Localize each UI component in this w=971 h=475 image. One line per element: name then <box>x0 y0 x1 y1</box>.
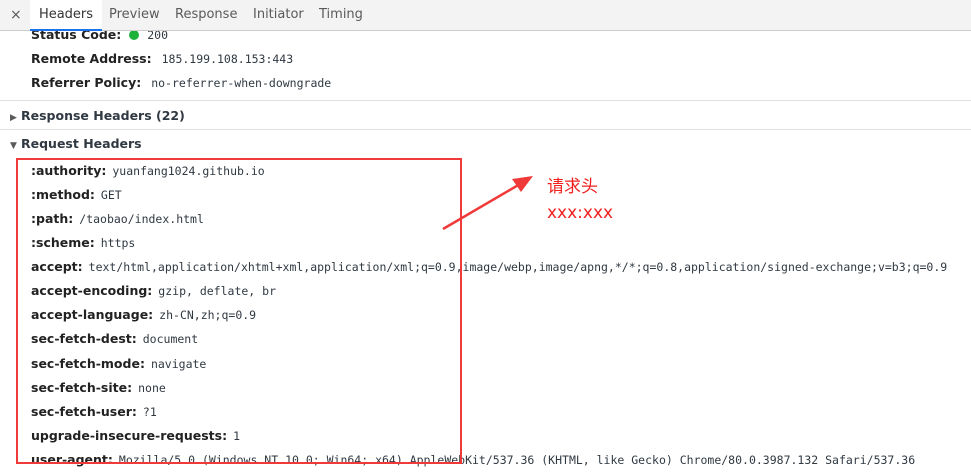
annotation-arrow-icon <box>442 176 533 231</box>
annotation-subtitle: xxx:xxx <box>547 203 614 223</box>
annotation-title: 请求头 <box>547 177 598 197</box>
